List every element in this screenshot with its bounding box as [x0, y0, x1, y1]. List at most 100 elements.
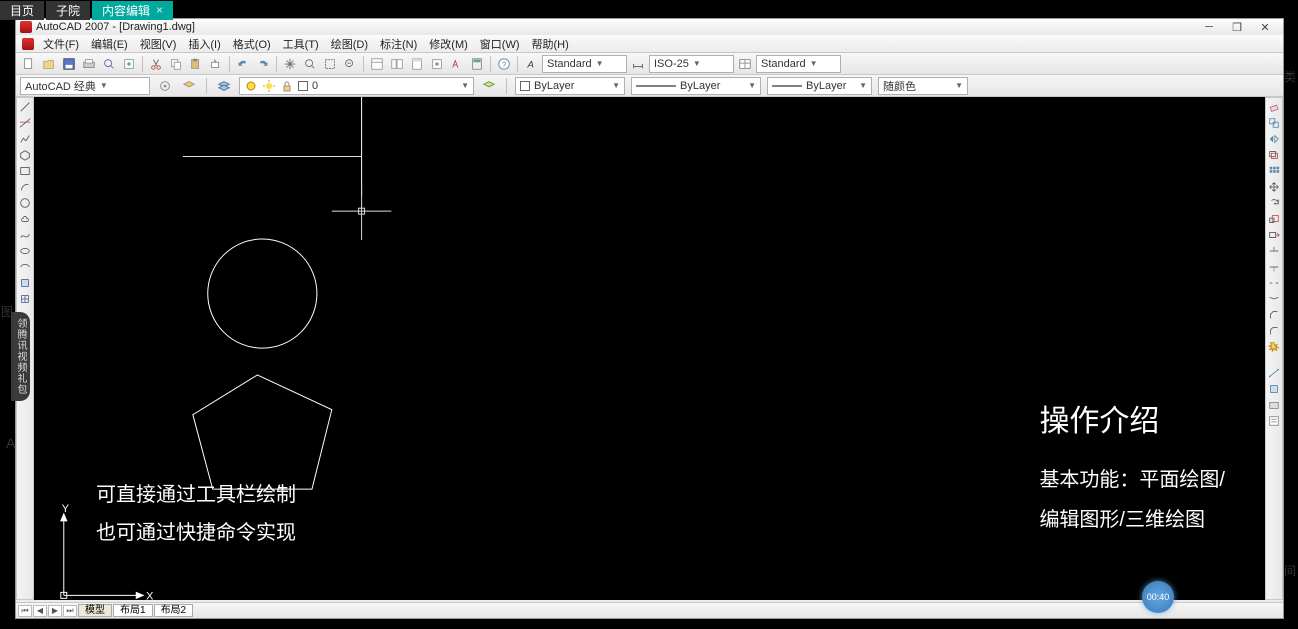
layer-prev-icon[interactable]	[480, 77, 498, 95]
cad-minimize[interactable]: ─	[1195, 21, 1223, 33]
mirror-tool[interactable]	[1267, 132, 1281, 146]
array-tool[interactable]	[1267, 164, 1281, 178]
explode-tool[interactable]	[1267, 340, 1281, 354]
save-button[interactable]	[60, 55, 78, 73]
publish-button[interactable]	[120, 55, 138, 73]
line-tool[interactable]	[18, 100, 32, 114]
markup-button[interactable]	[448, 55, 466, 73]
arc-tool[interactable]	[18, 180, 32, 194]
text-tyle-btn[interactable]: A	[522, 55, 540, 73]
designcenter-button[interactable]	[388, 55, 406, 73]
tab-last[interactable]: ⏭	[63, 605, 77, 617]
menu-format[interactable]: 格式(O)	[228, 35, 276, 53]
list-tool[interactable]	[1267, 414, 1281, 428]
undo-button[interactable]	[234, 55, 252, 73]
tencent-promo-tab[interactable]: 领腾讯视频礼包	[11, 312, 30, 401]
copy-tool[interactable]	[1267, 116, 1281, 130]
tab-layout2[interactable]: 布局2	[154, 604, 194, 617]
layer-btn[interactable]	[215, 77, 233, 95]
table-style-btn[interactable]	[736, 55, 754, 73]
top-tab-home[interactable]: 目页	[0, 1, 44, 20]
menu-insert[interactable]: 插入(I)	[183, 35, 225, 53]
cut-button[interactable]	[147, 55, 165, 73]
properties-button[interactable]	[368, 55, 386, 73]
menu-window[interactable]: 窗口(W)	[475, 35, 525, 53]
menu-file[interactable]: 文件(F)	[38, 35, 84, 53]
redo-button[interactable]	[254, 55, 272, 73]
sheet-set-button[interactable]	[428, 55, 446, 73]
linetype-combo[interactable]: ByLayer▼	[631, 77, 761, 95]
fillet-tool[interactable]	[1267, 324, 1281, 338]
menu-tools[interactable]: 工具(T)	[278, 35, 324, 53]
trim-tool[interactable]	[1267, 244, 1281, 258]
zoom-button[interactable]	[301, 55, 319, 73]
toolpalettes-button[interactable]	[408, 55, 426, 73]
table-style-combo[interactable]: Standard▼	[756, 55, 841, 73]
ellipse-tool[interactable]	[18, 244, 32, 258]
ws-settings-icon[interactable]	[156, 77, 174, 95]
move-tool[interactable]	[1267, 180, 1281, 194]
cad-restore[interactable]: ❐	[1223, 21, 1251, 34]
erase-tool[interactable]	[1267, 100, 1281, 114]
dim-style-combo[interactable]: ISO-25▼	[649, 55, 734, 73]
zoom-window-button[interactable]	[321, 55, 339, 73]
match-button[interactable]	[207, 55, 225, 73]
dim-style-btn[interactable]	[629, 55, 647, 73]
menu-modify[interactable]: 修改(M)	[424, 35, 473, 53]
copy-button[interactable]	[167, 55, 185, 73]
text-style-combo[interactable]: Standard▼	[542, 55, 627, 73]
polyline-tool[interactable]	[18, 132, 32, 146]
xline-tool[interactable]	[18, 116, 32, 130]
preview-button[interactable]	[100, 55, 118, 73]
region2-tool[interactable]	[1267, 398, 1281, 412]
new-button[interactable]	[20, 55, 38, 73]
color-combo[interactable]: ByLayer▼	[515, 77, 625, 95]
pan-button[interactable]	[281, 55, 299, 73]
revcloud-tool[interactable]	[18, 212, 32, 226]
layer-combo[interactable]: 0▼	[239, 77, 474, 95]
lineweight-combo[interactable]: ByLayer▼	[767, 77, 872, 95]
zoom-previous-button[interactable]	[341, 55, 359, 73]
scale-tool[interactable]	[1267, 212, 1281, 226]
plot-button[interactable]	[80, 55, 98, 73]
menu-view[interactable]: 视图(V)	[135, 35, 182, 53]
chamfer-tool[interactable]	[1267, 308, 1281, 322]
tab-first[interactable]: ⏮	[18, 605, 32, 617]
stretch-tool[interactable]	[1267, 228, 1281, 242]
top-tab-editing[interactable]: 内容编辑 ×	[92, 1, 173, 20]
menu-help[interactable]: 帮助(H)	[527, 35, 574, 53]
plot-style-combo[interactable]: 随颜色▼	[878, 77, 968, 95]
paste-button[interactable]	[187, 55, 205, 73]
spline-tool[interactable]	[18, 228, 32, 242]
open-button[interactable]	[40, 55, 58, 73]
calc-button[interactable]	[468, 55, 486, 73]
close-icon[interactable]: ×	[156, 3, 163, 17]
menu-edit[interactable]: 编辑(E)	[86, 35, 133, 53]
layer-manager-icon[interactable]	[180, 77, 198, 95]
cad-close[interactable]: ✕	[1251, 21, 1279, 34]
ellipse-arc-tool[interactable]	[18, 260, 32, 274]
drawing-canvas[interactable]: Y X 可直接通过工具栏绘制 也可通过快捷命令实现 操作介绍 基本功能：平面绘图…	[34, 97, 1265, 600]
video-timer-badge[interactable]: 00:40	[1142, 581, 1174, 613]
tab-model[interactable]: 模型	[78, 604, 112, 617]
rotate-tool[interactable]	[1267, 196, 1281, 210]
help-button[interactable]: ?	[495, 55, 513, 73]
area-tool[interactable]	[1267, 382, 1281, 396]
workspace-combo[interactable]: AutoCAD 经典▼	[20, 77, 150, 95]
make-block-tool[interactable]	[18, 292, 32, 306]
menu-dimension[interactable]: 标注(N)	[375, 35, 422, 53]
tab-next[interactable]: ▶	[48, 605, 62, 617]
extend-tool[interactable]	[1267, 260, 1281, 274]
insert-block-tool[interactable]	[18, 276, 32, 290]
join-tool[interactable]	[1267, 292, 1281, 306]
rectangle-tool[interactable]	[18, 164, 32, 178]
menu-draw[interactable]: 绘图(D)	[326, 35, 373, 53]
polygon-tool[interactable]	[18, 148, 32, 162]
top-tab-college[interactable]: 子院	[46, 1, 90, 20]
break-tool[interactable]	[1267, 276, 1281, 290]
tab-prev[interactable]: ◀	[33, 605, 47, 617]
offset-tool[interactable]	[1267, 148, 1281, 162]
circle-tool[interactable]	[18, 196, 32, 210]
tab-layout1[interactable]: 布局1	[113, 604, 153, 617]
dist-tool[interactable]	[1267, 366, 1281, 380]
